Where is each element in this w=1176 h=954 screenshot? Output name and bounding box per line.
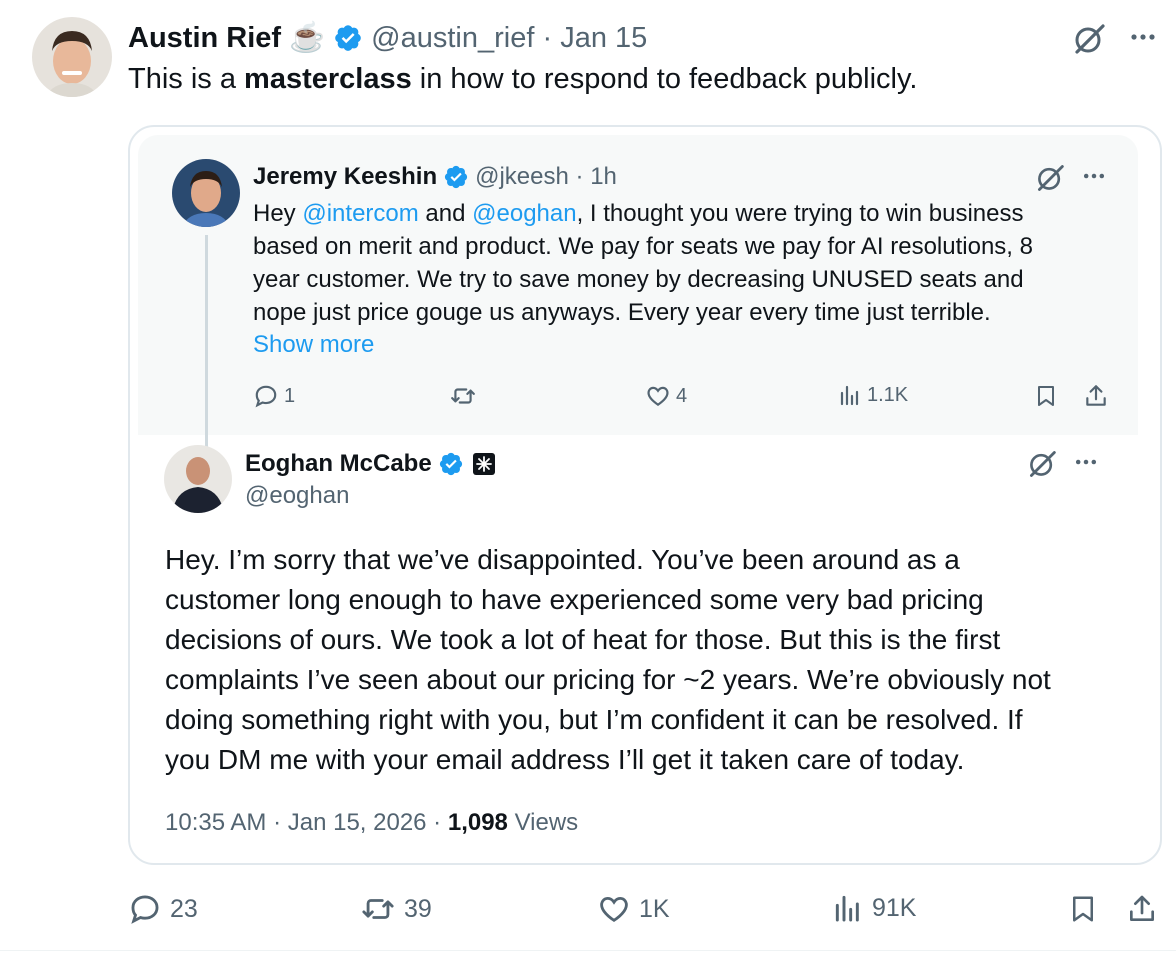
parent-tweet[interactable]: Jeremy Keeshin @jkeesh · 1h Hey @interco… [138, 135, 1138, 453]
eoghan-tweet-text: Hey. I’m sorry that we’ve disappointed. … [165, 540, 1051, 780]
author-handle[interactable]: @austin_rief [371, 22, 534, 55]
bookmark-icon[interactable] [1068, 892, 1098, 926]
show-more-link[interactable]: Show more [253, 331, 374, 359]
text-part: and [418, 200, 473, 227]
like-count: 1K [639, 894, 670, 923]
heart-icon [600, 896, 628, 922]
tweet-line: nope just price gouge us anyways. Every … [253, 299, 991, 326]
text-part: , I thought you were trying to win busin… [576, 200, 1024, 227]
coffee-emoji: ☕ [289, 22, 326, 54]
more-options-icon[interactable] [1081, 163, 1107, 189]
quoted-tweet-card[interactable]: Jeremy Keeshin @jkeesh · 1h Hey @interco… [128, 125, 1162, 865]
header-separator: · [534, 21, 561, 54]
header-separator: · [568, 163, 591, 190]
repost-icon [362, 899, 394, 919]
reply-icon [255, 385, 277, 408]
verified-badge-icon [439, 452, 462, 476]
grok-icon[interactable] [1035, 163, 1065, 193]
views-label: Views [507, 809, 579, 836]
reply-count: 1 [284, 384, 296, 407]
repost-count: 39 [404, 894, 432, 923]
eoghan-name[interactable]: Eoghan McCabe [245, 450, 432, 478]
like-button[interactable]: 1K [597, 892, 670, 926]
austin-avatar[interactable] [32, 17, 112, 97]
tweet-line: Hey. I’m sorry that we’ve disappointed. … [165, 544, 960, 575]
grok-icon[interactable] [1027, 449, 1057, 479]
jeremy-tweet-text: Hey @intercom and @eoghan, I thought you… [253, 197, 1113, 329]
tweet-date[interactable]: Jan 15 [560, 22, 647, 55]
more-options-icon[interactable] [1128, 22, 1158, 52]
repost-button[interactable] [449, 383, 477, 409]
thread-connector-line [205, 235, 208, 453]
share-icon[interactable] [1126, 892, 1158, 926]
verified-badge-icon [335, 25, 361, 51]
repost-icon [451, 388, 475, 404]
reply-count: 23 [170, 894, 198, 923]
tweet-text-part: This is a [128, 63, 245, 95]
tweet-line: decisions of ours. We took a lot of heat… [165, 624, 1001, 655]
tweet-timestamp[interactable]: 10:35 AM · Jan 15, 2026 · 1,098 Views [165, 809, 578, 837]
jeremy-name[interactable]: Jeremy Keeshin [253, 163, 437, 191]
eoghan-avatar[interactable] [164, 445, 232, 513]
divider [0, 950, 1176, 951]
mention-link[interactable]: @intercom [302, 200, 418, 227]
reply-button[interactable]: 1 [253, 383, 295, 409]
analytics-icon [835, 895, 859, 922]
more-options-icon[interactable] [1073, 449, 1099, 475]
tweet-text-bold: masterclass [244, 63, 412, 95]
heart-icon [647, 386, 669, 406]
views-count: 1,098 [447, 809, 508, 836]
jeremy-handle[interactable]: @jkeesh [475, 163, 569, 191]
author-name[interactable]: Austin Rief [128, 22, 281, 55]
reply-button[interactable]: 23 [128, 892, 198, 926]
eoghan-handle[interactable]: @eoghan [245, 482, 349, 510]
tweet-line: you DM me with your email address I’ll g… [165, 744, 965, 775]
repost-button[interactable]: 39 [360, 892, 432, 926]
bookmark-icon[interactable] [1034, 383, 1058, 409]
views-button[interactable]: 1.1K [838, 383, 908, 407]
tweet-text: This is a masterclass in how to respond … [128, 63, 917, 96]
tweet-line: based on merit and product. We pay for s… [253, 233, 1033, 260]
tweet-line: doing something right with you, but I’m … [165, 704, 1023, 735]
grok-icon[interactable] [1072, 22, 1106, 56]
text-part: Hey [253, 200, 303, 227]
views-count: 91K [872, 893, 917, 922]
tweet-line: Hey @intercom and @eoghan, I thought you… [253, 197, 1113, 230]
jeremy-time[interactable]: 1h [590, 163, 617, 191]
tweet-line: year customer. We try to save money by d… [253, 266, 1024, 293]
share-icon[interactable] [1083, 383, 1109, 409]
views-count: 1.1K [867, 383, 909, 406]
tweet-line: customer long enough to have experienced… [165, 584, 984, 615]
analytics-icon [840, 385, 859, 406]
like-button[interactable]: 4 [645, 383, 687, 409]
views-button[interactable]: 91K [832, 892, 916, 924]
affiliate-badge-icon[interactable] [472, 452, 496, 476]
mention-link[interactable]: @eoghan [472, 200, 576, 227]
timestamp-text: 10:35 AM · Jan 15, 2026 · [165, 809, 448, 836]
reply-icon [131, 895, 159, 924]
tweet-text-part: in how to respond to feedback publicly. [411, 63, 918, 95]
verified-badge-icon [445, 165, 468, 189]
tweet-line: complaints I’ve seen about our pricing f… [165, 664, 1051, 695]
jeremy-avatar[interactable] [172, 159, 240, 227]
like-count: 4 [676, 384, 688, 407]
